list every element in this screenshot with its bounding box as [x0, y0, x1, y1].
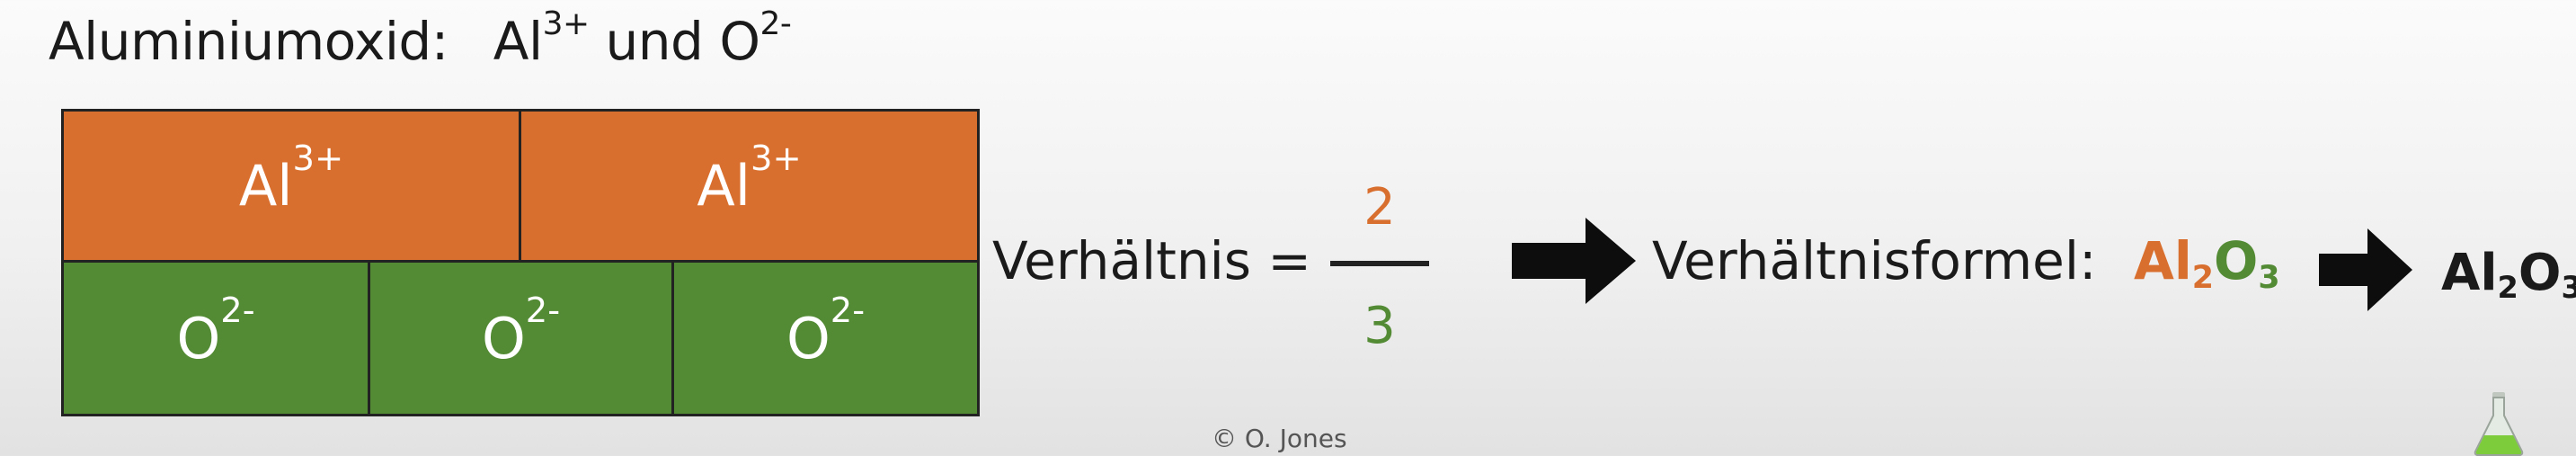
- ratio-formula-label: Verhältnisformel:: [1652, 230, 2097, 291]
- cation-block: Al 3+: [61, 109, 521, 263]
- right-arrow-icon: [1512, 218, 1636, 304]
- ratio-denominator: 3: [1364, 297, 1396, 355]
- compound-name: Aluminiumoxid:: [49, 11, 449, 72]
- cation-formula: Al3+: [493, 4, 590, 72]
- cation-block: Al 3+: [519, 109, 980, 263]
- final-formula: Al2O3: [2441, 244, 2576, 306]
- anion-block: O 2-: [671, 260, 980, 416]
- ratio-numerator: 2: [1364, 178, 1396, 237]
- right-arrow-icon: [2319, 228, 2412, 311]
- flask-icon: [2474, 392, 2524, 456]
- anion-block: O 2-: [368, 260, 674, 416]
- title-connector: und: [605, 11, 704, 72]
- fraction-bar: [1330, 261, 1429, 266]
- ratio-formula: Al2O3: [2134, 230, 2280, 296]
- anion-block: O 2-: [61, 260, 370, 416]
- copyright-notice: © O. Jones: [1212, 424, 1347, 453]
- title: Aluminiumoxid: Al3+ und O2-: [49, 4, 792, 79]
- anion-formula: O2-: [719, 4, 792, 72]
- ratio-label: Verhältnis =: [992, 230, 1311, 291]
